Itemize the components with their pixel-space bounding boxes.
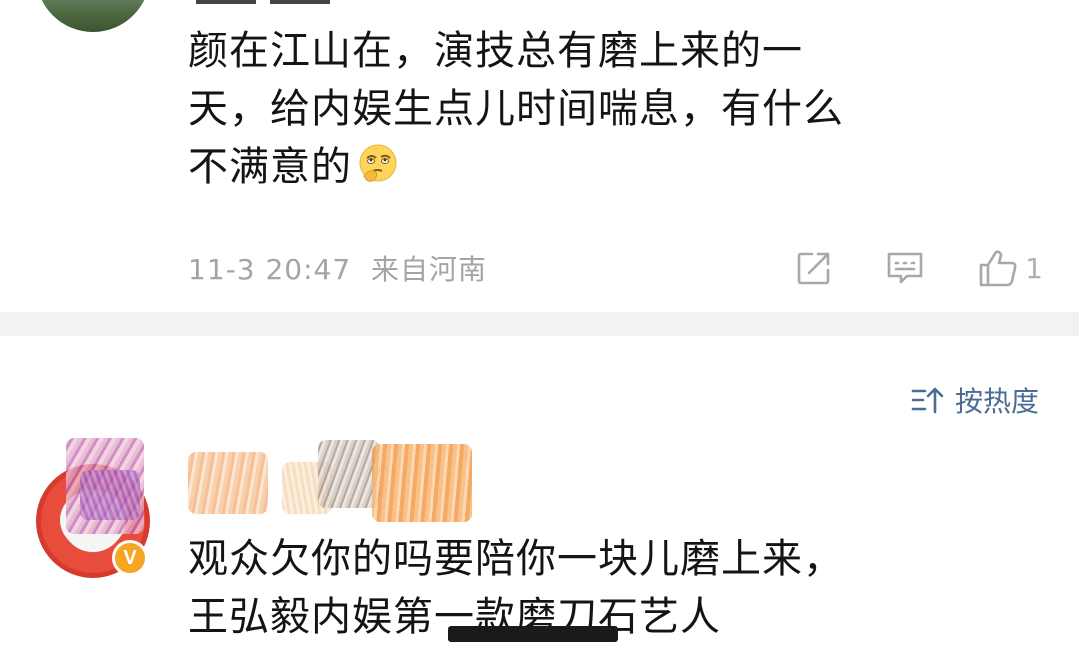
thumbs-up-icon: [979, 250, 1017, 287]
comment-meta: 11-3 20:47 来自河南: [188, 248, 487, 288]
comment-line: 天，给内娱生点儿时间喘息，有什么: [188, 86, 844, 132]
share-button[interactable]: [795, 249, 833, 287]
weibo-comment-page: 颜在江山在，演技总有磨上来的一 天，给内娱生点儿时间喘息，有什么 不满意的 11…: [0, 0, 1079, 667]
sort-icon: [911, 387, 944, 414]
like-button[interactable]: 1: [977, 248, 1043, 288]
verified-badge-icon: V: [112, 540, 148, 576]
scribble-orange-3: [372, 444, 472, 522]
comment-icon: [887, 252, 923, 284]
sort-by-hot-button[interactable]: 按热度: [911, 380, 1039, 420]
comment-button[interactable]: [885, 249, 925, 287]
scribble-orange-1: [188, 452, 268, 514]
sort-label: 按热度: [954, 385, 1039, 418]
share-icon: [797, 252, 830, 285]
comment-item: 颜在江山在，演技总有磨上来的一 天，给内娱生点儿时间喘息，有什么 不满意的 11…: [0, 0, 1079, 312]
thinking-eyeroll-emoji-icon: [359, 144, 397, 182]
location: 来自河南: [371, 253, 488, 286]
obscured-strike: [448, 626, 618, 642]
comment-line-text: 不满意的: [188, 144, 352, 190]
username-cropped[interactable]: [196, 0, 356, 4]
comment-line: 颜在江山在，演技总有磨上来的一: [188, 28, 803, 74]
scribble-purple: [80, 470, 140, 520]
scribble-gray: [318, 440, 380, 508]
like-count: 1: [1025, 251, 1043, 285]
section-divider: [0, 312, 1079, 336]
avatar[interactable]: [36, 0, 150, 32]
timestamp: 11-3 20:47: [188, 253, 352, 286]
comment-line: 不满意的: [188, 138, 1038, 196]
comment-actions: 1: [795, 246, 1043, 290]
comment-text: 颜在江山在，演技总有磨上来的一 天，给内娱生点儿时间喘息，有什么 不满意的: [188, 22, 1038, 196]
comment-line: 观众欠你的吗要陪你一块儿磨上来，: [188, 536, 844, 582]
